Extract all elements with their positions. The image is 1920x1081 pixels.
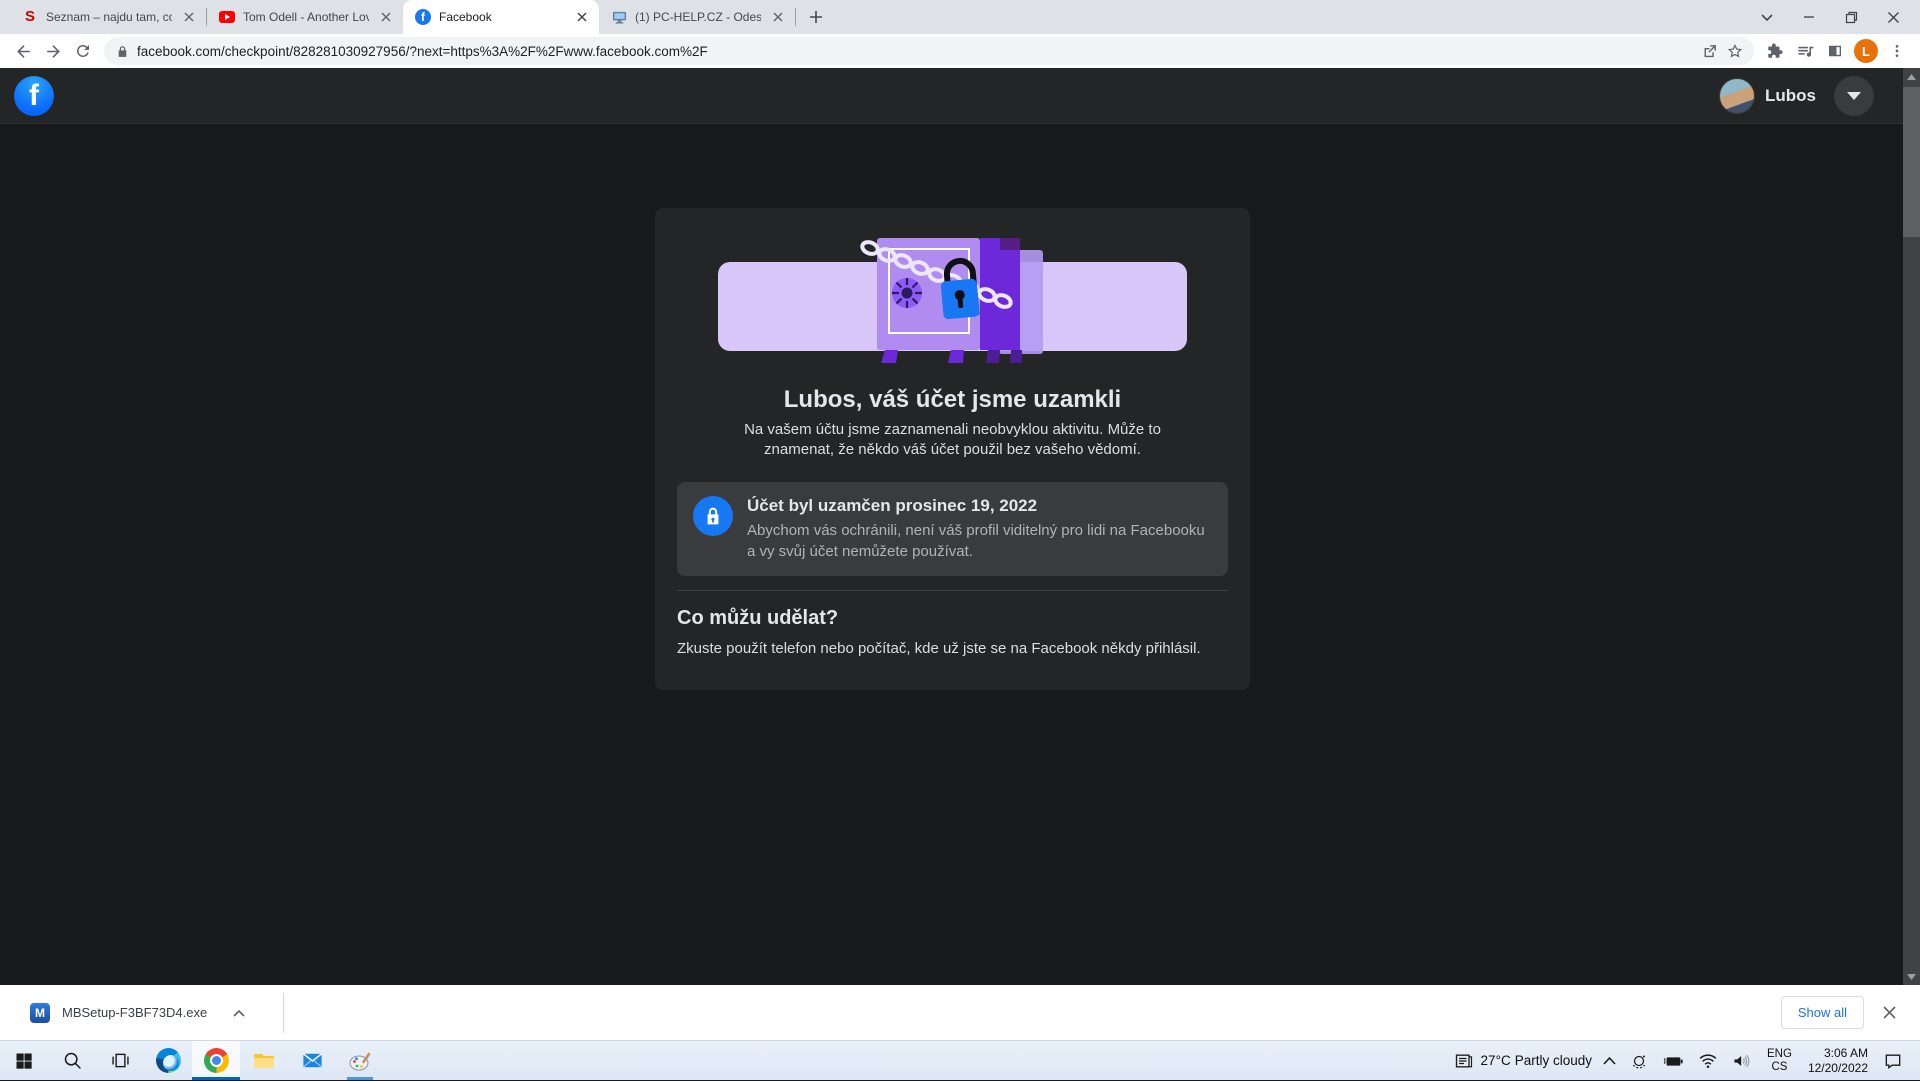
close-window-button[interactable] bbox=[1872, 0, 1914, 34]
side-panel-icon[interactable] bbox=[1820, 36, 1850, 66]
download-options-chevron-icon[interactable] bbox=[233, 1009, 245, 1017]
bookmark-star-icon[interactable] bbox=[1722, 38, 1748, 64]
what-can-i-do-heading: Co můžu udělat? bbox=[677, 607, 1228, 630]
user-avatar[interactable] bbox=[1719, 78, 1755, 114]
meet-now-icon[interactable] bbox=[1623, 1041, 1655, 1081]
back-icon[interactable] bbox=[8, 36, 38, 66]
account-dropdown-button[interactable] bbox=[1834, 76, 1874, 116]
tab-youtube[interactable]: Tom Odell - Another Love (Lyrics bbox=[207, 0, 403, 34]
download-filename: MBSetup-F3BF73D4.exe bbox=[62, 1005, 207, 1020]
address-bar[interactable]: facebook.com/checkpoint/828281030927956/… bbox=[104, 37, 1754, 65]
taskbar-clock[interactable]: 3:06 AM 12/20/2022 bbox=[1800, 1046, 1876, 1076]
exe-file-icon: M bbox=[30, 1003, 50, 1023]
tab-title: (1) PC-HELP.CZ - Odeslat nové té bbox=[635, 10, 761, 24]
tab-pchelp[interactable]: (1) PC-HELP.CZ - Odeslat nové té bbox=[599, 0, 795, 34]
scroll-up-icon[interactable] bbox=[1903, 68, 1920, 85]
wifi-icon[interactable] bbox=[1691, 1041, 1725, 1081]
language-secondary: CS bbox=[1767, 1061, 1792, 1074]
lock-date-title: Účet byl uzamčen prosinec 19, 2022 bbox=[747, 496, 1212, 516]
clock-time: 3:06 AM bbox=[1808, 1046, 1868, 1061]
tab-title: Seznam – najdu tam, co neznám bbox=[46, 10, 172, 24]
lock-info-box: Účet byl uzamčen prosinec 19, 2022 Abych… bbox=[677, 482, 1228, 576]
downloads-divider bbox=[283, 993, 284, 1033]
url-text: facebook.com/checkpoint/828281030927956/… bbox=[137, 44, 1696, 59]
battery-charging-icon[interactable] bbox=[1655, 1041, 1691, 1081]
site-security-lock-icon[interactable] bbox=[116, 45, 129, 58]
tab-seznam[interactable]: S Seznam – najdu tam, co neznám bbox=[10, 0, 206, 34]
monitor-favicon-icon bbox=[611, 9, 627, 25]
window-controls bbox=[1746, 0, 1914, 34]
weather-temperature[interactable]: 27°C bbox=[1481, 1053, 1515, 1068]
action-center-icon[interactable] bbox=[1876, 1041, 1910, 1081]
scrollbar-thumb[interactable] bbox=[1903, 87, 1920, 237]
windows-taskbar: 27°C Partly cloudy ENG CS 3:06 AM 12/20/… bbox=[0, 1040, 1920, 1080]
media-playlist-icon[interactable] bbox=[1790, 36, 1820, 66]
safe-vault-graphic bbox=[655, 208, 1250, 366]
chrome-taskbar-icon-active[interactable] bbox=[192, 1041, 240, 1080]
news-and-interests-icon[interactable] bbox=[1447, 1041, 1481, 1081]
extensions-puzzle-icon[interactable] bbox=[1760, 36, 1790, 66]
section-divider bbox=[677, 590, 1228, 591]
share-icon[interactable] bbox=[1696, 38, 1722, 64]
show-all-downloads-button[interactable]: Show all bbox=[1781, 996, 1864, 1029]
youtube-favicon-icon bbox=[219, 9, 235, 25]
browser-menu-kebab-icon[interactable] bbox=[1882, 36, 1912, 66]
tab-separator bbox=[795, 8, 796, 26]
edge-taskbar-icon[interactable] bbox=[144, 1041, 192, 1080]
close-downloads-bar-icon[interactable] bbox=[1872, 996, 1906, 1030]
downloads-bar: M MBSetup-F3BF73D4.exe Show all bbox=[0, 985, 1920, 1040]
search-icon[interactable] bbox=[48, 1041, 96, 1080]
reload-icon[interactable] bbox=[68, 36, 98, 66]
locked-safe-illustration bbox=[655, 208, 1250, 366]
scroll-down-icon[interactable] bbox=[1903, 968, 1920, 985]
user-name: Lubos bbox=[1765, 86, 1816, 106]
tab-title: Facebook bbox=[439, 10, 565, 24]
clock-date: 12/20/2022 bbox=[1808, 1061, 1868, 1076]
locked-title: Lubos, váš účet jsme uzamkli bbox=[655, 386, 1250, 414]
language-primary: ENG bbox=[1767, 1048, 1792, 1061]
minimize-button[interactable] bbox=[1788, 0, 1830, 34]
facebook-logo-icon[interactable]: f bbox=[14, 76, 54, 116]
tab-close-icon[interactable] bbox=[573, 8, 591, 26]
forward-icon[interactable] bbox=[38, 36, 68, 66]
new-tab-button[interactable] bbox=[802, 3, 830, 31]
tab-facebook-active[interactable]: f Facebook bbox=[403, 0, 599, 34]
tab-close-icon[interactable] bbox=[769, 8, 787, 26]
tab-close-icon[interactable] bbox=[180, 8, 198, 26]
download-item[interactable]: M MBSetup-F3BF73D4.exe bbox=[26, 995, 255, 1031]
start-button[interactable] bbox=[0, 1041, 48, 1080]
volume-icon[interactable] bbox=[1725, 1041, 1759, 1081]
chevron-down-icon bbox=[1847, 92, 1861, 100]
weather-condition[interactable]: Partly cloudy bbox=[1515, 1053, 1596, 1068]
tab-strip: S Seznam – najdu tam, co neznám Tom Odel… bbox=[0, 0, 1920, 34]
tab-search-icon[interactable] bbox=[1746, 0, 1788, 34]
tab-close-icon[interactable] bbox=[377, 8, 395, 26]
hidden-icons-chevron-icon[interactable] bbox=[1596, 1041, 1623, 1081]
facebook-header: f Lubos bbox=[0, 68, 1920, 124]
browser-profile-avatar[interactable]: L bbox=[1854, 39, 1878, 63]
lock-description: Abychom vás ochránili, není váš profil v… bbox=[747, 520, 1212, 562]
account-locked-card: Lubos, váš účet jsme uzamkli Na vašem úč… bbox=[655, 208, 1250, 690]
task-view-icon[interactable] bbox=[96, 1041, 144, 1080]
lock-icon bbox=[693, 496, 733, 536]
tab-title: Tom Odell - Another Love (Lyrics bbox=[243, 10, 369, 24]
seznam-favicon-icon: S bbox=[22, 9, 38, 25]
mail-app-icon[interactable] bbox=[288, 1041, 336, 1080]
browser-toolbar: facebook.com/checkpoint/828281030927956/… bbox=[0, 34, 1920, 68]
file-explorer-icon[interactable] bbox=[240, 1041, 288, 1080]
what-can-i-do-body: Zkuste použít telefon nebo počítač, kde … bbox=[677, 640, 1228, 657]
facebook-page: Lubos, váš účet jsme uzamkli Na vašem úč… bbox=[0, 124, 1920, 985]
lock-info-text: Účet byl uzamčen prosinec 19, 2022 Abych… bbox=[747, 496, 1212, 562]
system-tray: 27°C Partly cloudy ENG CS 3:06 AM 12/20/… bbox=[1447, 1041, 1920, 1080]
paint-app-icon[interactable] bbox=[336, 1041, 384, 1080]
profile-menu[interactable]: Lubos bbox=[1719, 76, 1874, 116]
page-scrollbar[interactable] bbox=[1903, 68, 1920, 985]
facebook-favicon-icon: f bbox=[415, 9, 431, 25]
locked-subtitle: Na vašem účtu jsme zaznamenali neobvyklo… bbox=[713, 420, 1193, 460]
restore-button[interactable] bbox=[1830, 0, 1872, 34]
language-indicator[interactable]: ENG CS bbox=[1759, 1048, 1800, 1074]
